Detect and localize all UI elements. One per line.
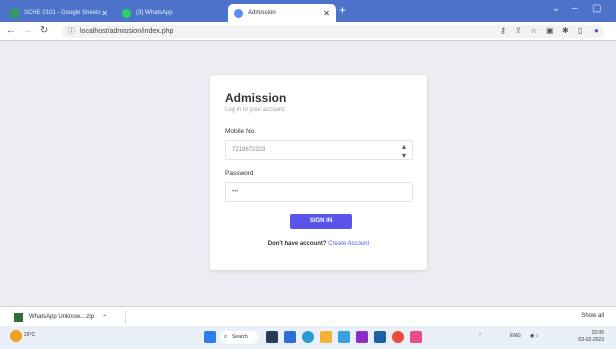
- address-toolbar: ← → ↻ ⓘ localhost/admission/index.php ⚷ …: [0, 22, 616, 41]
- taskbar: 29°C ⌕ Search ⌃ ENG ◉ ♪ 15:05 03-02-2023: [0, 326, 616, 349]
- store-icon[interactable]: [338, 331, 350, 343]
- edge-icon[interactable]: [302, 331, 314, 343]
- page-subtitle: Log in to your account.: [225, 107, 286, 113]
- clock[interactable]: 15:05 03-02-2023: [578, 330, 604, 344]
- close-icon[interactable]: ✕: [101, 9, 108, 18]
- tab-label: SCHE 0101 - Google Sheets: [24, 10, 101, 16]
- app-icon[interactable]: [374, 331, 386, 343]
- stepper-icon[interactable]: ▴ ▾: [402, 142, 406, 160]
- share-icon[interactable]: ⇪: [515, 26, 522, 35]
- mobile-value: 7218672323: [232, 147, 266, 153]
- reload-icon[interactable]: ↻: [40, 25, 48, 36]
- archive-icon: [14, 312, 23, 322]
- page-title: Admission: [225, 91, 287, 105]
- login-card: Admission Log in to your account. Mobile…: [210, 75, 427, 270]
- signup-prompt-text: Don't have account?: [267, 241, 327, 247]
- search-icon: ⌕: [224, 334, 228, 340]
- tab-sheets[interactable]: SCHE 0101 - Google Sheets ✕: [4, 4, 114, 22]
- new-tab-button[interactable]: +: [339, 3, 346, 17]
- create-account-link[interactable]: Create Account: [328, 241, 369, 247]
- browser-tabstrip: SCHE 0101 - Google Sheets ✕ (3) WhatsApp…: [0, 0, 616, 22]
- tab-admission[interactable]: Admission ✕: [228, 4, 336, 22]
- lang-indicator[interactable]: ENG: [510, 333, 521, 339]
- close-icon[interactable]: ✕: [323, 9, 330, 18]
- tab-label: (3) WhatsApp: [136, 10, 173, 16]
- forward-icon[interactable]: →: [22, 25, 32, 36]
- maximize-button[interactable]: ▢: [592, 3, 601, 14]
- date-text: 03-02-2023: [578, 337, 604, 343]
- mobile-field[interactable]: 7218672323 ▴ ▾: [225, 140, 413, 160]
- mobile-label: Mobile No.: [225, 128, 257, 135]
- puzzle-icon[interactable]: ✱: [562, 26, 569, 35]
- star-icon[interactable]: ☆: [530, 26, 537, 35]
- sheets-icon: [10, 8, 19, 18]
- key-icon[interactable]: ⚷: [500, 26, 506, 35]
- wifi-icon[interactable]: ◉ ♪: [530, 333, 538, 339]
- folder-icon[interactable]: [320, 331, 332, 343]
- weather-icon[interactable]: [10, 330, 22, 342]
- photos-icon[interactable]: [410, 331, 422, 343]
- show-all-button[interactable]: Show all: [581, 313, 604, 319]
- divider: [125, 310, 126, 324]
- sidebar-icon[interactable]: ▯: [578, 26, 582, 35]
- download-item[interactable]: WhatsApp Unknow....zip ⌃: [14, 311, 107, 323]
- info-icon: ⓘ: [68, 28, 75, 35]
- password-value: •••: [232, 189, 239, 195]
- url-bar[interactable]: ⓘ localhost/admission/index.php: [62, 25, 604, 38]
- sign-in-button[interactable]: SIGN IN: [290, 214, 352, 229]
- tab-label: Admission: [248, 10, 276, 16]
- task-view-icon[interactable]: [266, 331, 278, 343]
- password-label: Password: [225, 170, 254, 177]
- profile-icon[interactable]: ●: [594, 26, 599, 35]
- download-filename: WhatsApp Unknow....zip: [29, 314, 95, 320]
- chevron-up-icon[interactable]: ⌃: [102, 314, 107, 321]
- url-text: localhost/admission/index.php: [80, 28, 174, 35]
- time-text: 15:05: [591, 330, 604, 336]
- password-field[interactable]: •••: [225, 182, 413, 202]
- tab-whatsapp[interactable]: (3) WhatsApp: [116, 4, 224, 22]
- back-icon[interactable]: ←: [6, 25, 16, 36]
- mail-icon[interactable]: [356, 331, 368, 343]
- chevron-down-icon[interactable]: ⌄: [552, 3, 560, 14]
- chat-icon[interactable]: [284, 331, 296, 343]
- download-bar: WhatsApp Unknow....zip ⌃ Show all: [0, 306, 616, 326]
- globe-icon: [234, 8, 243, 18]
- signup-prompt: Don't have account? Create Account: [210, 241, 427, 247]
- chevron-up-icon[interactable]: ⌃: [478, 333, 482, 339]
- taskbar-search[interactable]: ⌕ Search: [220, 331, 258, 344]
- windows-start-icon[interactable]: [204, 331, 216, 343]
- chrome-icon[interactable]: [392, 331, 404, 343]
- whatsapp-icon: [122, 8, 131, 18]
- extension-icon[interactable]: ▣: [546, 26, 554, 35]
- weather-text: 29°C: [24, 332, 36, 338]
- minimize-button[interactable]: –: [572, 3, 578, 14]
- search-label: Search: [232, 334, 248, 340]
